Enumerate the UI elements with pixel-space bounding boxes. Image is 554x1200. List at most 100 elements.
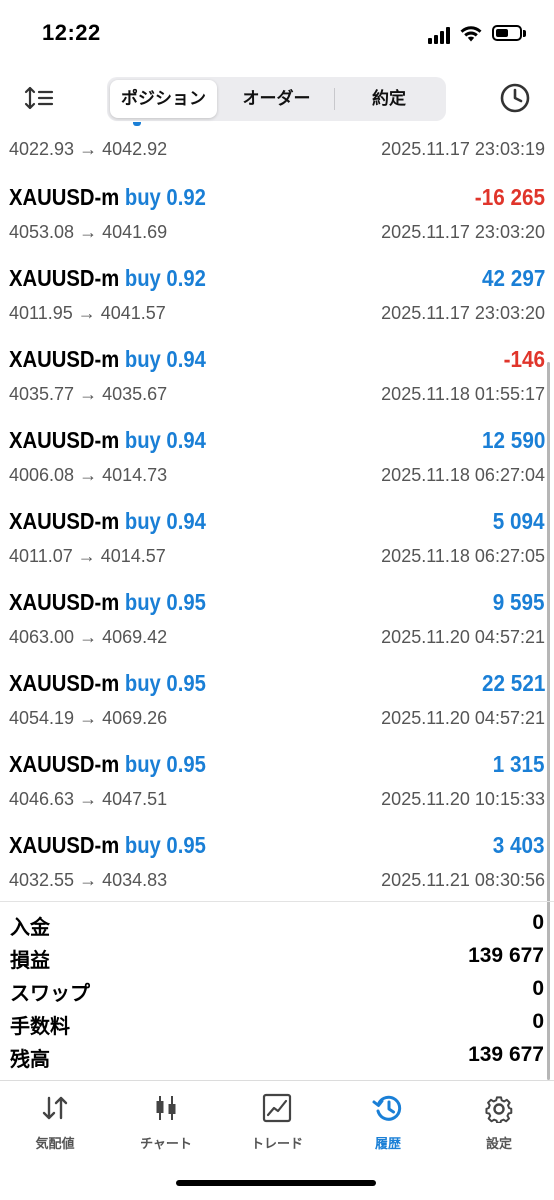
history-icon — [372, 1095, 402, 1121]
trade-profit: -16 265 — [474, 184, 545, 210]
tab-trade[interactable]: トレード — [222, 1081, 332, 1151]
trade-datetime: 2025.11.20 10:15:33 — [381, 789, 545, 809]
trade-prices: 4046.63 → 4047.51 — [9, 789, 168, 809]
battery-icon — [492, 25, 522, 41]
tab-label: 気配値 — [35, 1136, 75, 1151]
table-row[interactable]: XAUUSD-m buy 0.95 3 403 4032.55 → 4034.83 2… — [0, 820, 554, 901]
trade-symbol-line: XAUUSD-m buy 0.94 — [9, 346, 206, 373]
summary-row: 損益 139 677 — [0, 941, 554, 974]
status-time: 12:22 — [42, 20, 101, 45]
trade-symbol: XAUUSD-m — [9, 346, 120, 372]
tab-settings[interactable]: 設定 — [444, 1081, 554, 1151]
tab-chart[interactable]: チャート — [111, 1081, 221, 1151]
trade-datetime: 2025.11.18 01:55:17 — [381, 384, 545, 404]
summary-row: 手数料 0 — [0, 1007, 554, 1040]
trade-profit: 3 403 — [493, 832, 545, 858]
table-row[interactable]: XAUUSD-m buy 0.95 1 315 4046.63 → 4047.51 2… — [0, 739, 554, 820]
trade-profit: 5 094 — [493, 508, 545, 534]
trade-side-volume: buy 0.92 — [124, 184, 206, 210]
trade-side-volume: buy 0.94 — [124, 427, 206, 453]
trade-prices: 4006.08 → 4014.73 — [9, 465, 168, 485]
tab-orders[interactable]: オーダー — [220, 80, 333, 118]
summary-label: 残高 — [10, 1049, 50, 1071]
trade-prices: 4035.77 → 4035.67 — [9, 384, 168, 404]
summary-value: 139 677 — [468, 944, 544, 967]
trade-profit: 42 297 — [481, 265, 545, 291]
summary-value: 0 — [532, 1010, 544, 1033]
gear-icon — [485, 1096, 513, 1123]
trade-symbol: XAUUSD-m — [9, 832, 120, 858]
trade-prices: 4011.07 → 4014.57 — [9, 546, 166, 566]
trade-prices: 4054.19 → 4069.26 — [9, 708, 168, 728]
trade-symbol-line: XAUUSD-m buy 0.94 — [9, 427, 206, 454]
trade-prices: 4053.08 → 4041.69 — [9, 222, 168, 242]
summary-value: 0 — [532, 977, 544, 1000]
table-row[interactable]: XAUUSD-m buy 0.94 12 590 4006.08 → 4014.73… — [0, 415, 554, 496]
status-bar: 12:22 — [0, 0, 554, 70]
table-row[interactable]: XAUUSD-m buy 0.92 -16 265 4053.08 → 4041.6… — [0, 172, 554, 253]
trade-datetime: 2025.11.18 06:27:05 — [381, 546, 545, 566]
trade-symbol: XAUUSD-m — [9, 427, 120, 453]
table-row[interactable]: XAUUSD-m buy 0.94 5 094 4011.07 → 4014.57 2… — [0, 496, 554, 577]
table-row-partial[interactable]: 4022.93 → 4042.92 2025.11.17 23:03:19 — [0, 122, 554, 172]
summary-label: スワップ — [10, 983, 90, 1005]
tab-label: 設定 — [485, 1136, 512, 1151]
trade-datetime: 2025.11.20 04:57:21 — [381, 627, 545, 647]
summary-label: 入金 — [10, 917, 50, 939]
tab-deals[interactable]: 約定 — [335, 80, 443, 118]
trade-chart-icon — [262, 1093, 292, 1123]
trade-symbol-line: XAUUSD-m buy 0.92 — [9, 184, 206, 211]
summary-row: 残高 139 677 — [0, 1040, 554, 1073]
trade-side-volume: buy 0.95 — [124, 751, 206, 777]
partial-side-fragment — [133, 122, 141, 126]
table-row[interactable]: XAUUSD-m buy 0.92 42 297 4011.95 → 4041.57… — [0, 253, 554, 334]
table-row[interactable]: XAUUSD-m buy 0.95 22 521 4054.19 → 4069.26… — [0, 658, 554, 739]
summary-divider — [0, 901, 554, 902]
trade-symbol: XAUUSD-m — [9, 508, 120, 534]
trade-profit: 1 315 — [493, 751, 545, 777]
period-clock-icon[interactable] — [498, 81, 532, 115]
wifi-icon — [460, 26, 482, 42]
summary-value: 139 677 — [468, 1043, 544, 1066]
quotes-arrows-icon — [42, 1096, 68, 1120]
trade-symbol-line: XAUUSD-m buy 0.95 — [9, 589, 206, 616]
trade-symbol-line: XAUUSD-m buy 0.94 — [9, 508, 206, 535]
trade-prices: 4032.55 → 4034.83 — [9, 870, 168, 890]
summary-row: スワップ 0 — [0, 974, 554, 1007]
trade-symbol: XAUUSD-m — [9, 670, 120, 696]
tab-quotes[interactable]: 気配値 — [0, 1081, 110, 1151]
home-indicator — [176, 1180, 376, 1186]
trade-side-volume: buy 0.92 — [124, 265, 206, 291]
trade-history-list[interactable]: 4022.93 → 4042.92 2025.11.17 23:03:19 XA… — [0, 122, 554, 902]
candlestick-icon — [156, 1096, 176, 1120]
summary-row: 入金 0 — [0, 908, 554, 941]
tab-positions[interactable]: ポジション — [110, 80, 217, 118]
trade-datetime: 2025.11.18 06:27:04 — [381, 465, 545, 485]
trade-symbol: XAUUSD-m — [9, 589, 120, 615]
tab-label: トレード — [250, 1136, 303, 1151]
trade-datetime: 2025.11.21 08:30:56 — [381, 870, 545, 890]
trade-symbol-line: XAUUSD-m buy 0.95 — [9, 832, 206, 859]
summary-label: 手数料 — [10, 1016, 70, 1038]
trade-datetime: 2025.11.17 23:03:19 — [381, 139, 545, 159]
table-row[interactable]: XAUUSD-m buy 0.95 9 595 4063.00 → 4069.42 2… — [0, 577, 554, 658]
trade-side-volume: buy 0.95 — [124, 832, 206, 858]
sort-icon[interactable] — [24, 84, 56, 112]
trade-profit: 9 595 — [493, 589, 545, 615]
trade-symbol: XAUUSD-m — [9, 184, 120, 210]
trade-profit: 12 590 — [481, 427, 545, 453]
trade-symbol-line: XAUUSD-m buy 0.95 — [9, 751, 206, 778]
trade-symbol: XAUUSD-m — [9, 751, 120, 777]
table-row[interactable]: XAUUSD-m buy 0.94 -146 4035.77 → 4035.67 20… — [0, 334, 554, 415]
trade-profit: -146 — [503, 346, 545, 372]
tab-history[interactable]: 履歴 — [333, 1081, 443, 1151]
trade-datetime: 2025.11.20 04:57:21 — [381, 708, 545, 728]
tab-label: チャート — [140, 1136, 192, 1151]
trade-prices: 4063.00 → 4069.42 — [9, 627, 168, 647]
trade-datetime: 2025.11.17 23:03:20 — [381, 303, 545, 323]
history-type-segmented-control: ポジション オーダー 約定 — [107, 77, 446, 121]
trade-prices: 4011.95 → 4041.57 — [9, 303, 166, 323]
trade-symbol: XAUUSD-m — [9, 265, 120, 291]
trade-side-volume: buy 0.95 — [124, 589, 206, 615]
trade-symbol-line: XAUUSD-m buy 0.92 — [9, 265, 206, 292]
